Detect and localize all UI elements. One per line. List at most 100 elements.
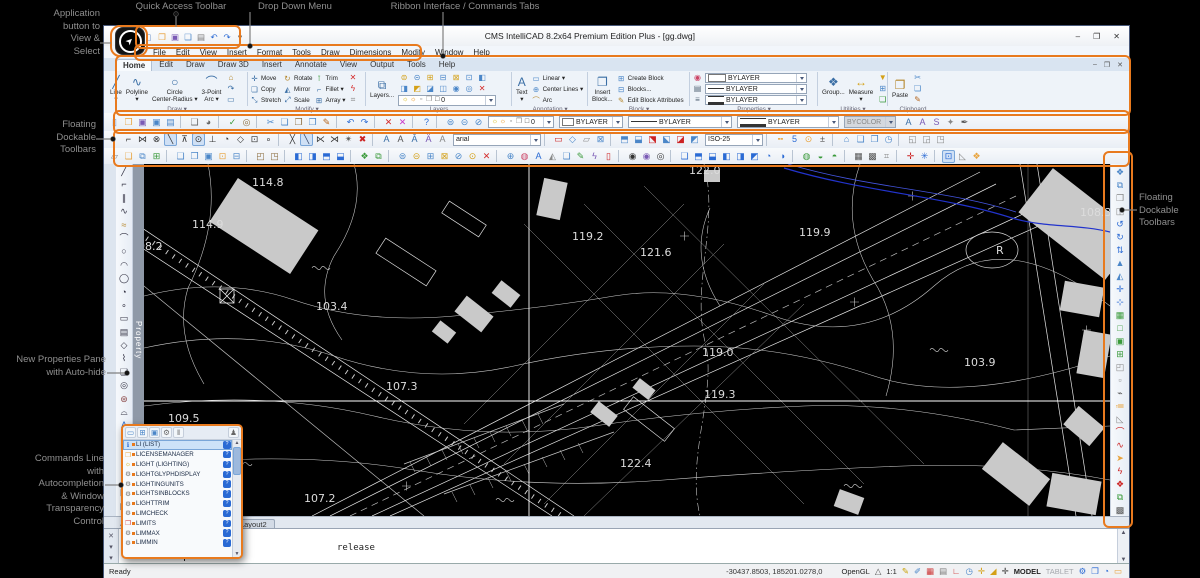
redo-icon[interactable]: ↷ [358, 116, 371, 129]
window-icon[interactable]: ❐ [1091, 565, 1099, 577]
lwt-icon[interactable]: ✛ [1002, 565, 1009, 577]
text-single-icon[interactable]: A [380, 133, 393, 146]
donut-icon[interactable]: ◎ [117, 379, 131, 392]
color-swatch-icon[interactable]: □ [433, 95, 441, 105]
snap-intersection-icon[interactable]: ╳ [286, 133, 299, 146]
layer-prev-icon[interactable]: ◫ [437, 84, 449, 94]
annotate-icon[interactable]: ✐ [914, 565, 921, 577]
block-4-icon[interactable]: ⊡ [216, 150, 229, 163]
ucs-1-icon[interactable]: ◱ [906, 133, 919, 146]
arc-dim-button[interactable]: ⌒Arc [532, 95, 584, 105]
mirror-tri-icon[interactable]: ◭ [1113, 270, 1127, 283]
menu-dimensions[interactable]: Dimensions [345, 48, 397, 57]
snap-none-icon[interactable]: ✖ [356, 133, 369, 146]
join-icon[interactable]: ⌗ [347, 95, 358, 105]
color-combo[interactable]: BYLAYER [559, 116, 623, 128]
explode-icon[interactable]: ϟ [1113, 465, 1127, 478]
grid-icon[interactable]: ▤ [939, 565, 947, 577]
menu-edit[interactable]: Edit [171, 48, 195, 57]
mirror-up-icon[interactable]: ▲ [1113, 257, 1127, 270]
bulb-icon[interactable]: ☼ [401, 95, 409, 105]
ribbon-lineweight-combo[interactable]: BYLAYER [705, 95, 807, 105]
plot-icon[interactable]: ❐ [515, 117, 523, 127]
table-2-icon[interactable]: ▩ [866, 150, 879, 163]
suggestion-lightsinblocks[interactable]: ⚙LIGHTSINBLOCKS? [123, 489, 232, 499]
help-badge-icon[interactable]: ? [223, 441, 231, 449]
dim-update-icon[interactable]: ± [816, 133, 829, 146]
draw-order-3-icon[interactable]: ⬒ [320, 150, 333, 163]
layer-previous-icon[interactable]: ⊝ [458, 116, 471, 129]
create-block-button[interactable]: ⊞Create Block [617, 73, 684, 83]
menu-tools[interactable]: Tools [287, 48, 316, 57]
block-3-icon[interactable]: ▣ [202, 150, 215, 163]
dim-diameter-icon[interactable]: ◪ [674, 133, 687, 146]
xref-icon[interactable]: ⧉ [136, 150, 149, 163]
suggestion-limcheck[interactable]: ⚙LIMCHECK? [123, 509, 232, 519]
user-icon[interactable]: ♟ [228, 427, 239, 438]
layer-off-icon[interactable]: ⊝ [411, 73, 423, 83]
view-cube-8-icon[interactable]: ◑ [776, 150, 789, 163]
layer-tool-4-icon[interactable]: ⊠ [438, 150, 451, 163]
diamond-red-icon[interactable]: ❖ [1113, 478, 1127, 491]
explode-icon[interactable]: ϟ [347, 84, 358, 94]
style-6-icon[interactable]: ✎ [574, 150, 587, 163]
sheet-open-icon[interactable]: ❏ [122, 150, 135, 163]
quick-select-icon[interactable]: ⊞ [877, 84, 888, 94]
scale-button[interactable]: ⤢Scale [283, 95, 313, 105]
snap-tracking-icon[interactable]: · [108, 133, 121, 146]
ribbon-tab-edit[interactable]: Edit [153, 59, 179, 71]
offset-icon[interactable]: ◫ [1113, 205, 1127, 218]
save-icon[interactable]: ▣ [169, 31, 181, 43]
box-fill-green-icon[interactable]: ▣ [1113, 335, 1127, 348]
esnap-icon[interactable]: ✛ [978, 565, 985, 577]
gradient-icon[interactable]: ◇ [566, 133, 579, 146]
layer-thaw-icon[interactable]: ⊟ [437, 73, 449, 83]
doc-minimize-button[interactable]: – [1093, 61, 1097, 69]
text-scale-icon[interactable]: Ä [422, 133, 435, 146]
trim-button[interactable]: ⊺Trim [315, 73, 346, 83]
layer-cur-icon[interactable]: ◪ [424, 84, 436, 94]
menu-help[interactable]: Help [468, 48, 494, 57]
center-lines-button[interactable]: ⊕Center Lines ▾ [532, 84, 584, 94]
mleader-style-icon[interactable]: ✦ [944, 116, 957, 129]
draw-order-4-icon[interactable]: ⬓ [334, 150, 347, 163]
eye-1-icon[interactable]: ◉ [626, 150, 639, 163]
doc-close-button[interactable]: ✕ [1117, 61, 1123, 69]
open-icon[interactable]: ❒ [156, 31, 168, 43]
ribbon-tab-help[interactable]: Help [433, 59, 461, 71]
redo-icon[interactable]: ↷ [221, 31, 233, 43]
settings-icon[interactable]: ⚙ [1079, 565, 1087, 577]
polygon-icon[interactable]: ⌂ [225, 73, 236, 83]
stretch-button[interactable]: ⤡Stretch [250, 95, 281, 105]
rectangle-icon[interactable]: ▭ [225, 95, 236, 105]
font-combo[interactable]: arial [453, 134, 541, 146]
suggestion-lightingunits[interactable]: ⚙LIGHTINGUNITS? [123, 479, 232, 489]
copy-green-icon[interactable]: ⧉ [1113, 491, 1127, 504]
sheet-new-icon[interactable]: ▱ [108, 150, 121, 163]
layer-tool-1-icon[interactable]: ⊜ [396, 150, 409, 163]
polyline-icon[interactable]: ∿ [117, 205, 131, 218]
img-2-icon[interactable]: ◳ [268, 150, 281, 163]
group-button[interactable]: ❖Group... [820, 76, 847, 103]
command-line[interactable]: release Command: LI [119, 529, 1117, 564]
copy-icon[interactable]: ❏ [278, 116, 291, 129]
arc-3pt-icon[interactable]: ◠ [117, 259, 131, 272]
eye-2-icon[interactable]: ◉ [640, 150, 653, 163]
edit-block-attributes-button[interactable]: ✎Edit Block Attributes [617, 95, 684, 105]
region-icon[interactable]: ⊠ [594, 133, 607, 146]
text-justify-icon[interactable]: A [436, 133, 449, 146]
paste-icon[interactable]: ❐ [292, 116, 305, 129]
snap-parallel-icon[interactable]: ⋉ [314, 133, 327, 146]
status-tablet[interactable]: TABLET [1046, 567, 1074, 576]
array-rect-icon[interactable]: ▦ [1113, 309, 1127, 322]
layers-manager-button[interactable]: ⧉Layers... [368, 79, 396, 99]
layer-delete-icon[interactable]: ✕ [476, 84, 488, 94]
status-model[interactable]: MODEL [1014, 567, 1041, 576]
render-3-icon[interactable]: ◓ [828, 150, 841, 163]
dimstyle-combo[interactable]: ISO-25 [705, 134, 763, 146]
chamfer-icon[interactable]: ◺ [1113, 413, 1127, 426]
ribbon-tab-output[interactable]: Output [364, 59, 400, 71]
doc-restore-button[interactable]: ❐ [1104, 61, 1110, 69]
freehand-icon[interactable]: ≈ [117, 219, 131, 232]
help-badge-icon[interactable]: ? [223, 461, 231, 469]
